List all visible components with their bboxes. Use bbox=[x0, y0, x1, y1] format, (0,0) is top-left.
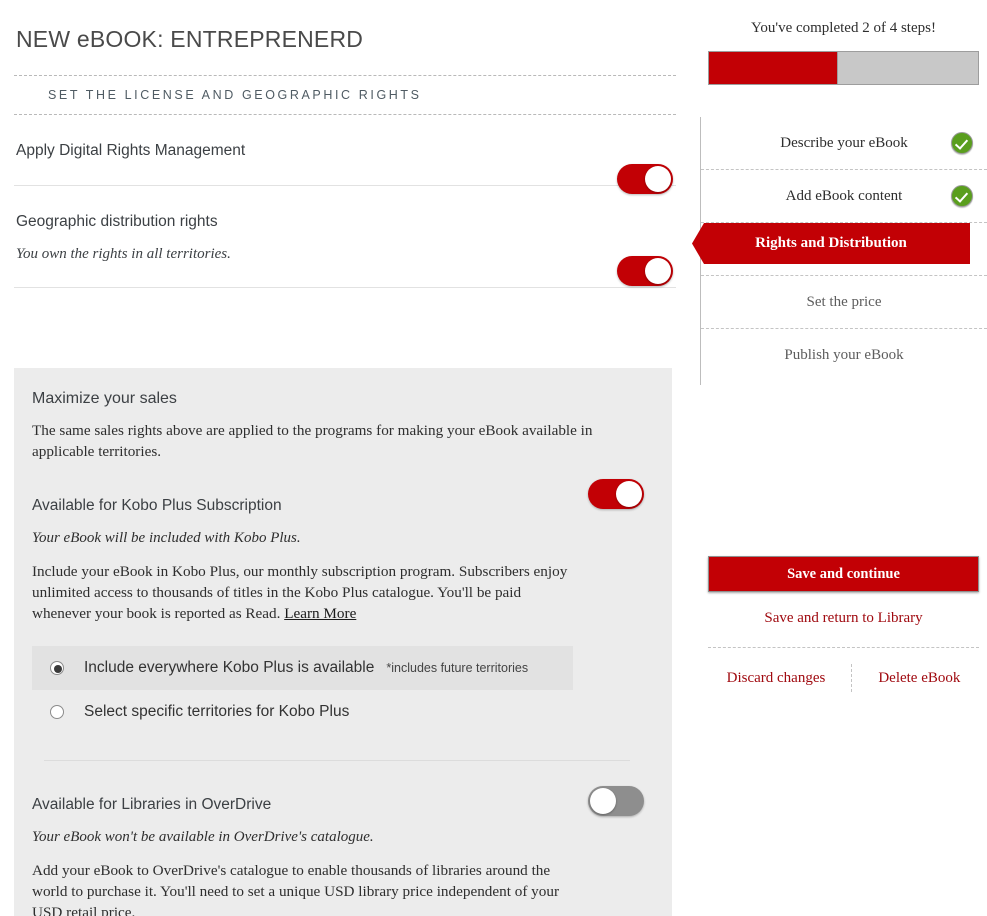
radio-select-specific-label: Select specific territories for Kobo Plu… bbox=[84, 703, 350, 720]
overdrive-section: Available for Libraries in OverDrive You… bbox=[32, 795, 642, 916]
panel-title: Maximize your sales bbox=[32, 390, 177, 407]
drm-label: Apply Digital Rights Management bbox=[16, 142, 246, 159]
kobo-plus-territory-options: Include everywhere Kobo Plus is availabl… bbox=[32, 646, 642, 734]
step-list: Describe your eBook Add eBook content Ri… bbox=[692, 117, 987, 385]
overdrive-toggle[interactable] bbox=[588, 786, 644, 816]
progress-bar bbox=[708, 51, 979, 85]
page-title: NEW eBOOK: ENTREPRENERD bbox=[16, 26, 364, 52]
kobo-plus-description: Include your eBook in Kobo Plus, our mon… bbox=[32, 561, 572, 624]
sidebar-divider bbox=[708, 647, 979, 648]
maximize-sales-panel: Maximize your sales The same sales right… bbox=[14, 368, 672, 916]
overdrive-sublabel: Your eBook won't be available in OverDri… bbox=[32, 829, 374, 845]
kobo-plus-toggle[interactable] bbox=[588, 479, 644, 509]
step-add-ebook-content-label: Add eBook content bbox=[785, 187, 903, 204]
step-publish-your-ebook-label: Publish your eBook bbox=[784, 347, 904, 363]
check-circle-icon bbox=[951, 132, 973, 154]
check-circle-icon bbox=[951, 185, 973, 207]
step-rights-and-distribution-label: Rights and Distribution bbox=[755, 235, 907, 251]
step-set-the-price-label: Set the price bbox=[806, 293, 882, 310]
drm-toggle[interactable] bbox=[617, 164, 673, 194]
step-publish-your-ebook[interactable]: Publish your eBook bbox=[701, 329, 987, 382]
kobo-plus-label: Available for Kobo Plus Subscription bbox=[32, 497, 282, 514]
step-set-the-price[interactable]: Set the price bbox=[701, 276, 987, 329]
geographic-rights-toggle[interactable] bbox=[617, 256, 673, 286]
section-header-label: SET THE LICENSE AND GEOGRAPHIC RIGHTS bbox=[48, 88, 422, 102]
overdrive-label: Available for Libraries in OverDrive bbox=[32, 796, 272, 813]
kobo-plus-learn-more-link[interactable]: Learn More bbox=[284, 605, 356, 622]
sidebar-secondary-actions: Discard changes Delete eBook bbox=[700, 664, 987, 692]
geo-rights-label: Geographic distribution rights bbox=[16, 213, 218, 230]
page-root: NEW eBOOK: ENTREPRENERD SET THE LICENSE … bbox=[0, 0, 987, 916]
geo-rights-sublabel: You own the rights in all territories. bbox=[16, 246, 231, 262]
geographic-rights-toggle-knob bbox=[645, 258, 671, 284]
active-step-banner: Rights and Distribution bbox=[692, 223, 970, 264]
save-and-return-link[interactable]: Save and return to Library bbox=[700, 610, 987, 627]
overdrive-toggle-knob bbox=[590, 788, 616, 814]
discard-changes-link[interactable]: Discard changes bbox=[701, 670, 852, 687]
radio-include-everywhere-note: *includes future territories bbox=[386, 661, 529, 675]
row-digital-rights-management: Apply Digital Rights Management bbox=[14, 115, 676, 186]
step-describe-your-ebook[interactable]: Describe your eBook bbox=[701, 117, 987, 170]
step-describe-your-ebook-label: Describe your eBook bbox=[780, 134, 908, 151]
step-add-ebook-content[interactable]: Add eBook content bbox=[701, 170, 987, 223]
panel-intro-text: The same sales rights above are applied … bbox=[32, 422, 593, 460]
kobo-plus-sublabel: Your eBook will be included with Kobo Pl… bbox=[32, 530, 301, 546]
row-geographic-distribution-rights: Geographic distribution rights You own t… bbox=[14, 186, 676, 288]
radio-include-everywhere[interactable]: Include everywhere Kobo Plus is availabl… bbox=[32, 646, 573, 690]
radio-include-everywhere-mark bbox=[50, 661, 64, 675]
save-and-continue-button[interactable]: Save and continue bbox=[708, 556, 979, 592]
sidebar: You've completed 2 of 4 steps! Describe … bbox=[692, 0, 987, 916]
delete-ebook-link[interactable]: Delete eBook bbox=[852, 670, 986, 687]
panel-divider bbox=[44, 760, 630, 761]
step-rights-and-distribution[interactable]: Rights and Distribution bbox=[692, 223, 987, 276]
progress-text: You've completed 2 of 4 steps! bbox=[751, 20, 936, 36]
drm-toggle-knob bbox=[645, 166, 671, 192]
radio-include-everywhere-label: Include everywhere Kobo Plus is availabl… bbox=[84, 659, 375, 676]
overdrive-description: Add your eBook to OverDrive's catalogue … bbox=[32, 862, 560, 916]
radio-select-specific-mark bbox=[50, 705, 64, 719]
radio-select-specific-territories[interactable]: Select specific territories for Kobo Plu… bbox=[32, 690, 573, 734]
kobo-plus-section: Available for Kobo Plus Subscription You… bbox=[32, 496, 642, 734]
progress-bar-fill bbox=[709, 52, 839, 84]
section-header-band: SET THE LICENSE AND GEOGRAPHIC RIGHTS bbox=[14, 75, 676, 115]
kobo-plus-toggle-knob bbox=[616, 481, 642, 507]
